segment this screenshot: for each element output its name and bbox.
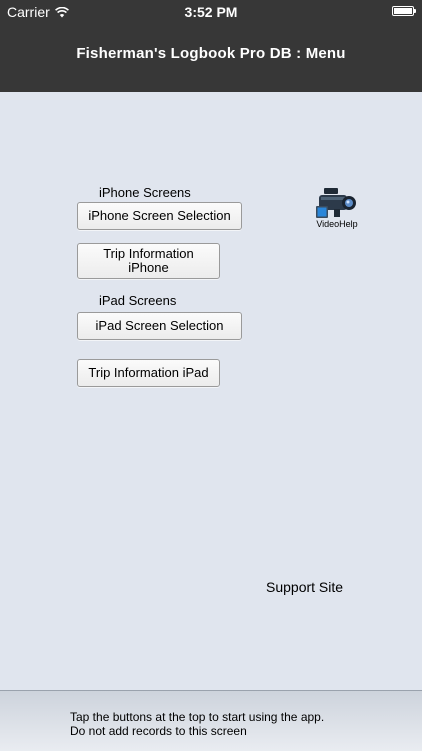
footer-bar: Tap the buttons at the top to start usin… xyxy=(0,690,422,751)
footer-instructions: Tap the buttons at the top to start usin… xyxy=(70,710,324,738)
trip-information-ipad-button[interactable]: Trip Information iPad xyxy=(77,359,220,387)
page-title: Fisherman's Logbook Pro DB : Menu xyxy=(76,45,346,62)
battery-icon xyxy=(392,6,416,16)
trip-information-iphone-button[interactable]: Trip Information iPhone xyxy=(77,243,220,279)
support-site-link[interactable]: Support Site xyxy=(266,579,343,595)
footer-line-1: Tap the buttons at the top to start usin… xyxy=(70,710,325,724)
videohelp-button[interactable]: VideoHelp xyxy=(313,186,361,229)
ipad-screen-selection-button[interactable]: iPad Screen Selection xyxy=(77,312,242,340)
iphone-screen-selection-button[interactable]: iPhone Screen Selection xyxy=(77,202,242,230)
trip-iphone-line1: Trip Information xyxy=(103,246,194,261)
footer-line-2: Do not add records to this screen xyxy=(70,724,247,738)
iphone-screens-label: iPhone Screens xyxy=(99,185,191,200)
ipad-screens-label: iPad Screens xyxy=(99,293,177,308)
videohelp-label: VideoHelp xyxy=(316,219,358,229)
trip-iphone-line2: iPhone xyxy=(128,260,169,275)
top-bar: Carrier 3:52 PM Fisherman's Logbook Pro … xyxy=(0,0,422,92)
status-time: 3:52 PM xyxy=(184,4,238,20)
video-camera-icon xyxy=(316,188,356,218)
